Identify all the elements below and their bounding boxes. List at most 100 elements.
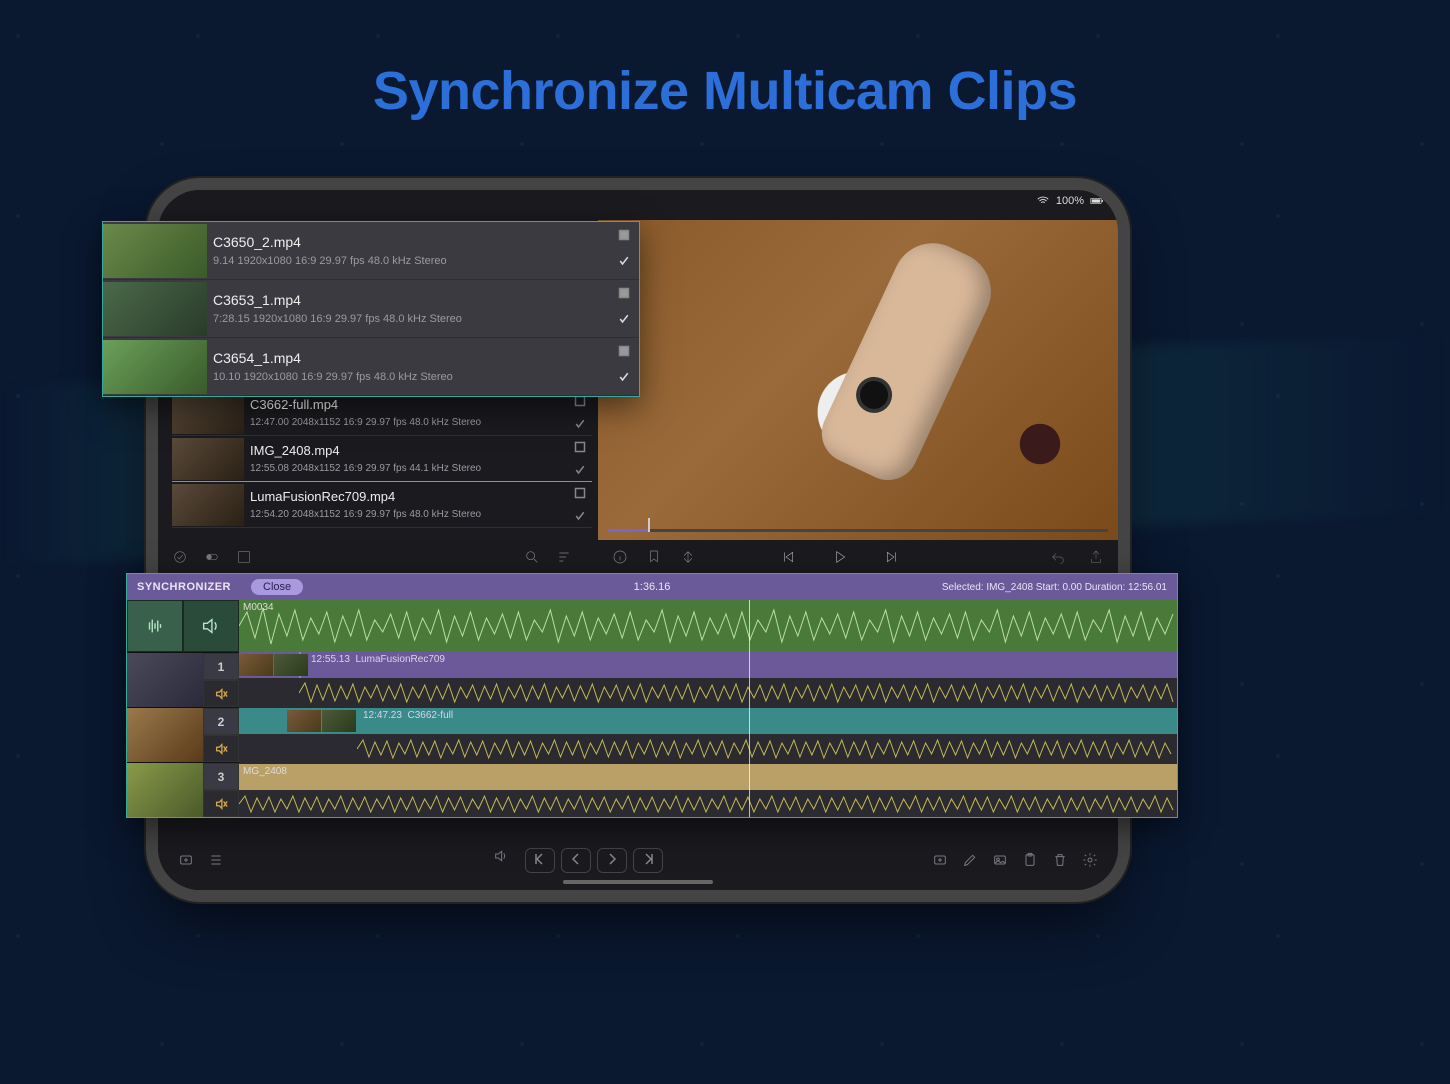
home-indicator[interactable] (563, 880, 713, 884)
bottom-toolbar (158, 842, 1118, 878)
waveform-mode-button[interactable] (127, 600, 183, 652)
sync-track-2-audio[interactable] (239, 734, 1177, 764)
sync-track-header[interactable]: 2 (127, 707, 239, 762)
clip-row[interactable]: C3650_2.mp4 9.14 1920x1080 16:9 29.97 fp… (103, 222, 639, 280)
track-clip-name: MG_2408 (243, 766, 287, 777)
clip-meta: 12:47.00 2048x1152 16:9 29.97 fps 48.0 k… (250, 415, 568, 430)
playhead[interactable] (749, 600, 750, 817)
sort-icon[interactable] (556, 549, 572, 565)
clip-name: C3654_1.mp4 (213, 348, 609, 369)
nav-first-button[interactable] (525, 848, 555, 873)
nav-last-button[interactable] (633, 848, 663, 873)
track-number[interactable]: 2 (203, 708, 239, 735)
clip-meta: 10.10 1920x1080 16:9 29.97 fps 48.0 kHz … (213, 369, 609, 386)
clip-row[interactable]: C3654_1.mp4 10.10 1920x1080 16:9 29.97 f… (103, 338, 639, 396)
select-all-icon[interactable] (172, 549, 188, 565)
toggle-icon[interactable] (204, 549, 220, 565)
settings-icon[interactable] (1082, 852, 1098, 868)
track-mute-button[interactable] (203, 790, 239, 817)
clip-meta: 7:28.15 1920x1080 16:9 29.97 fps 48.0 kH… (213, 311, 609, 328)
track-mute-button[interactable] (203, 735, 239, 762)
sync-track-3-video[interactable]: MG_2408 (239, 764, 1177, 790)
sync-track-1-audio[interactable] (239, 678, 1177, 708)
skip-forward-icon[interactable] (884, 549, 900, 565)
track-time: 12:55.13 (311, 654, 350, 665)
volume-icon[interactable] (493, 848, 509, 864)
snap-icon[interactable] (680, 549, 696, 565)
close-button[interactable]: Close (251, 579, 303, 595)
clip-name: LumaFusionRec709.mp4 (250, 487, 568, 507)
clip-row[interactable]: C3653_1.mp4 7:28.15 1920x1080 16:9 29.97… (103, 280, 639, 338)
sync-track-reference[interactable]: M0034 (239, 600, 1177, 652)
add-source-icon[interactable] (178, 852, 194, 868)
skip-back-icon[interactable] (780, 549, 796, 565)
transport-bar (172, 542, 1104, 572)
track-number[interactable]: 1 (203, 653, 239, 680)
clipboard-icon[interactable] (1022, 852, 1038, 868)
clip-thumbnail (103, 340, 207, 394)
track-time: 12:47.23 (363, 710, 402, 721)
clip-check-icon[interactable] (618, 255, 630, 267)
nav-prev-button[interactable] (561, 848, 591, 873)
synchronizer-panel: SYNCHRONIZER Close 1:36.16 Selected: IMG… (126, 573, 1178, 818)
clip-row[interactable]: LumaFusionRec709.mp4 12:54.20 2048x1152 … (172, 482, 592, 528)
view-icon[interactable] (236, 549, 252, 565)
clip-name: C3653_1.mp4 (213, 290, 609, 311)
trash-icon[interactable] (1052, 852, 1068, 868)
sync-track-header[interactable]: 3 (127, 762, 239, 817)
clip-thumbnail (172, 438, 244, 480)
add-clip-icon[interactable] (932, 852, 948, 868)
clip-check-icon[interactable] (618, 371, 630, 383)
synchronizer-left-controls: 1 2 3 (127, 600, 239, 817)
nav-next-button[interactable] (597, 848, 627, 873)
play-icon[interactable] (832, 549, 848, 565)
preview-scrubbar[interactable] (608, 529, 1108, 532)
track-mute-button[interactable] (203, 680, 239, 707)
info-icon[interactable] (612, 549, 628, 565)
clip-selection-popup: C3650_2.mp4 9.14 1920x1080 16:9 29.97 fp… (102, 221, 640, 397)
clip-check-icon[interactable] (574, 464, 586, 476)
synchronizer-timeline[interactable]: M0034 12:55.13 LumaFusionRec709 12:47.23… (239, 600, 1177, 817)
clip-meta: 12:54.20 2048x1152 16:9 29.97 fps 48.0 k… (250, 507, 568, 522)
undo-icon[interactable] (1050, 549, 1066, 565)
edit-icon[interactable] (962, 852, 978, 868)
waveform-icon (144, 615, 166, 637)
wifi-icon (1036, 194, 1050, 208)
track-clip-name: LumaFusionRec709 (356, 654, 446, 665)
sync-track-1-video[interactable]: 12:55.13 LumaFusionRec709 (239, 652, 1177, 678)
track-thumbnail (127, 763, 203, 817)
timecode: 1:36.16 (634, 581, 671, 593)
preview-player[interactable] (598, 220, 1118, 540)
track-number[interactable]: 3 (203, 763, 239, 790)
share-icon[interactable] (1088, 549, 1104, 565)
list-icon[interactable] (208, 852, 224, 868)
clip-thumbnail (172, 392, 244, 434)
audio-mode-button[interactable] (183, 600, 239, 652)
clip-check-icon[interactable] (574, 418, 586, 430)
sync-track-header[interactable]: 1 (127, 652, 239, 707)
media-icon[interactable] (992, 852, 1008, 868)
selected-clip-info: Selected: IMG_2408 Start: 0.00 Duration:… (942, 582, 1167, 593)
speaker-icon (200, 615, 222, 637)
marker-icon[interactable] (646, 549, 662, 565)
clip-flag-icon[interactable] (618, 287, 630, 299)
clip-flag-icon[interactable] (574, 395, 586, 407)
mute-icon (214, 797, 228, 811)
clip-thumbnail (103, 282, 207, 336)
search-icon[interactable] (524, 549, 540, 565)
clip-flag-icon[interactable] (574, 441, 586, 453)
mute-icon (214, 742, 228, 756)
sync-track-3-audio[interactable] (239, 790, 1177, 817)
clip-thumbnail (172, 484, 244, 526)
track-thumbnail (127, 708, 203, 762)
sync-track-2-video[interactable]: 12:47.23 C3662-full (239, 708, 1177, 734)
clip-flag-icon[interactable] (618, 345, 630, 357)
clip-thumbnail (103, 224, 207, 278)
clip-check-icon[interactable] (574, 510, 586, 522)
clip-row[interactable]: IMG_2408.mp4 12:55.08 2048x1152 16:9 29.… (172, 436, 592, 482)
clip-flag-icon[interactable] (574, 487, 586, 499)
clip-flag-icon[interactable] (618, 229, 630, 241)
clip-check-icon[interactable] (618, 313, 630, 325)
mute-icon (214, 687, 228, 701)
clip-meta: 12:55.08 2048x1152 16:9 29.97 fps 44.1 k… (250, 461, 568, 476)
